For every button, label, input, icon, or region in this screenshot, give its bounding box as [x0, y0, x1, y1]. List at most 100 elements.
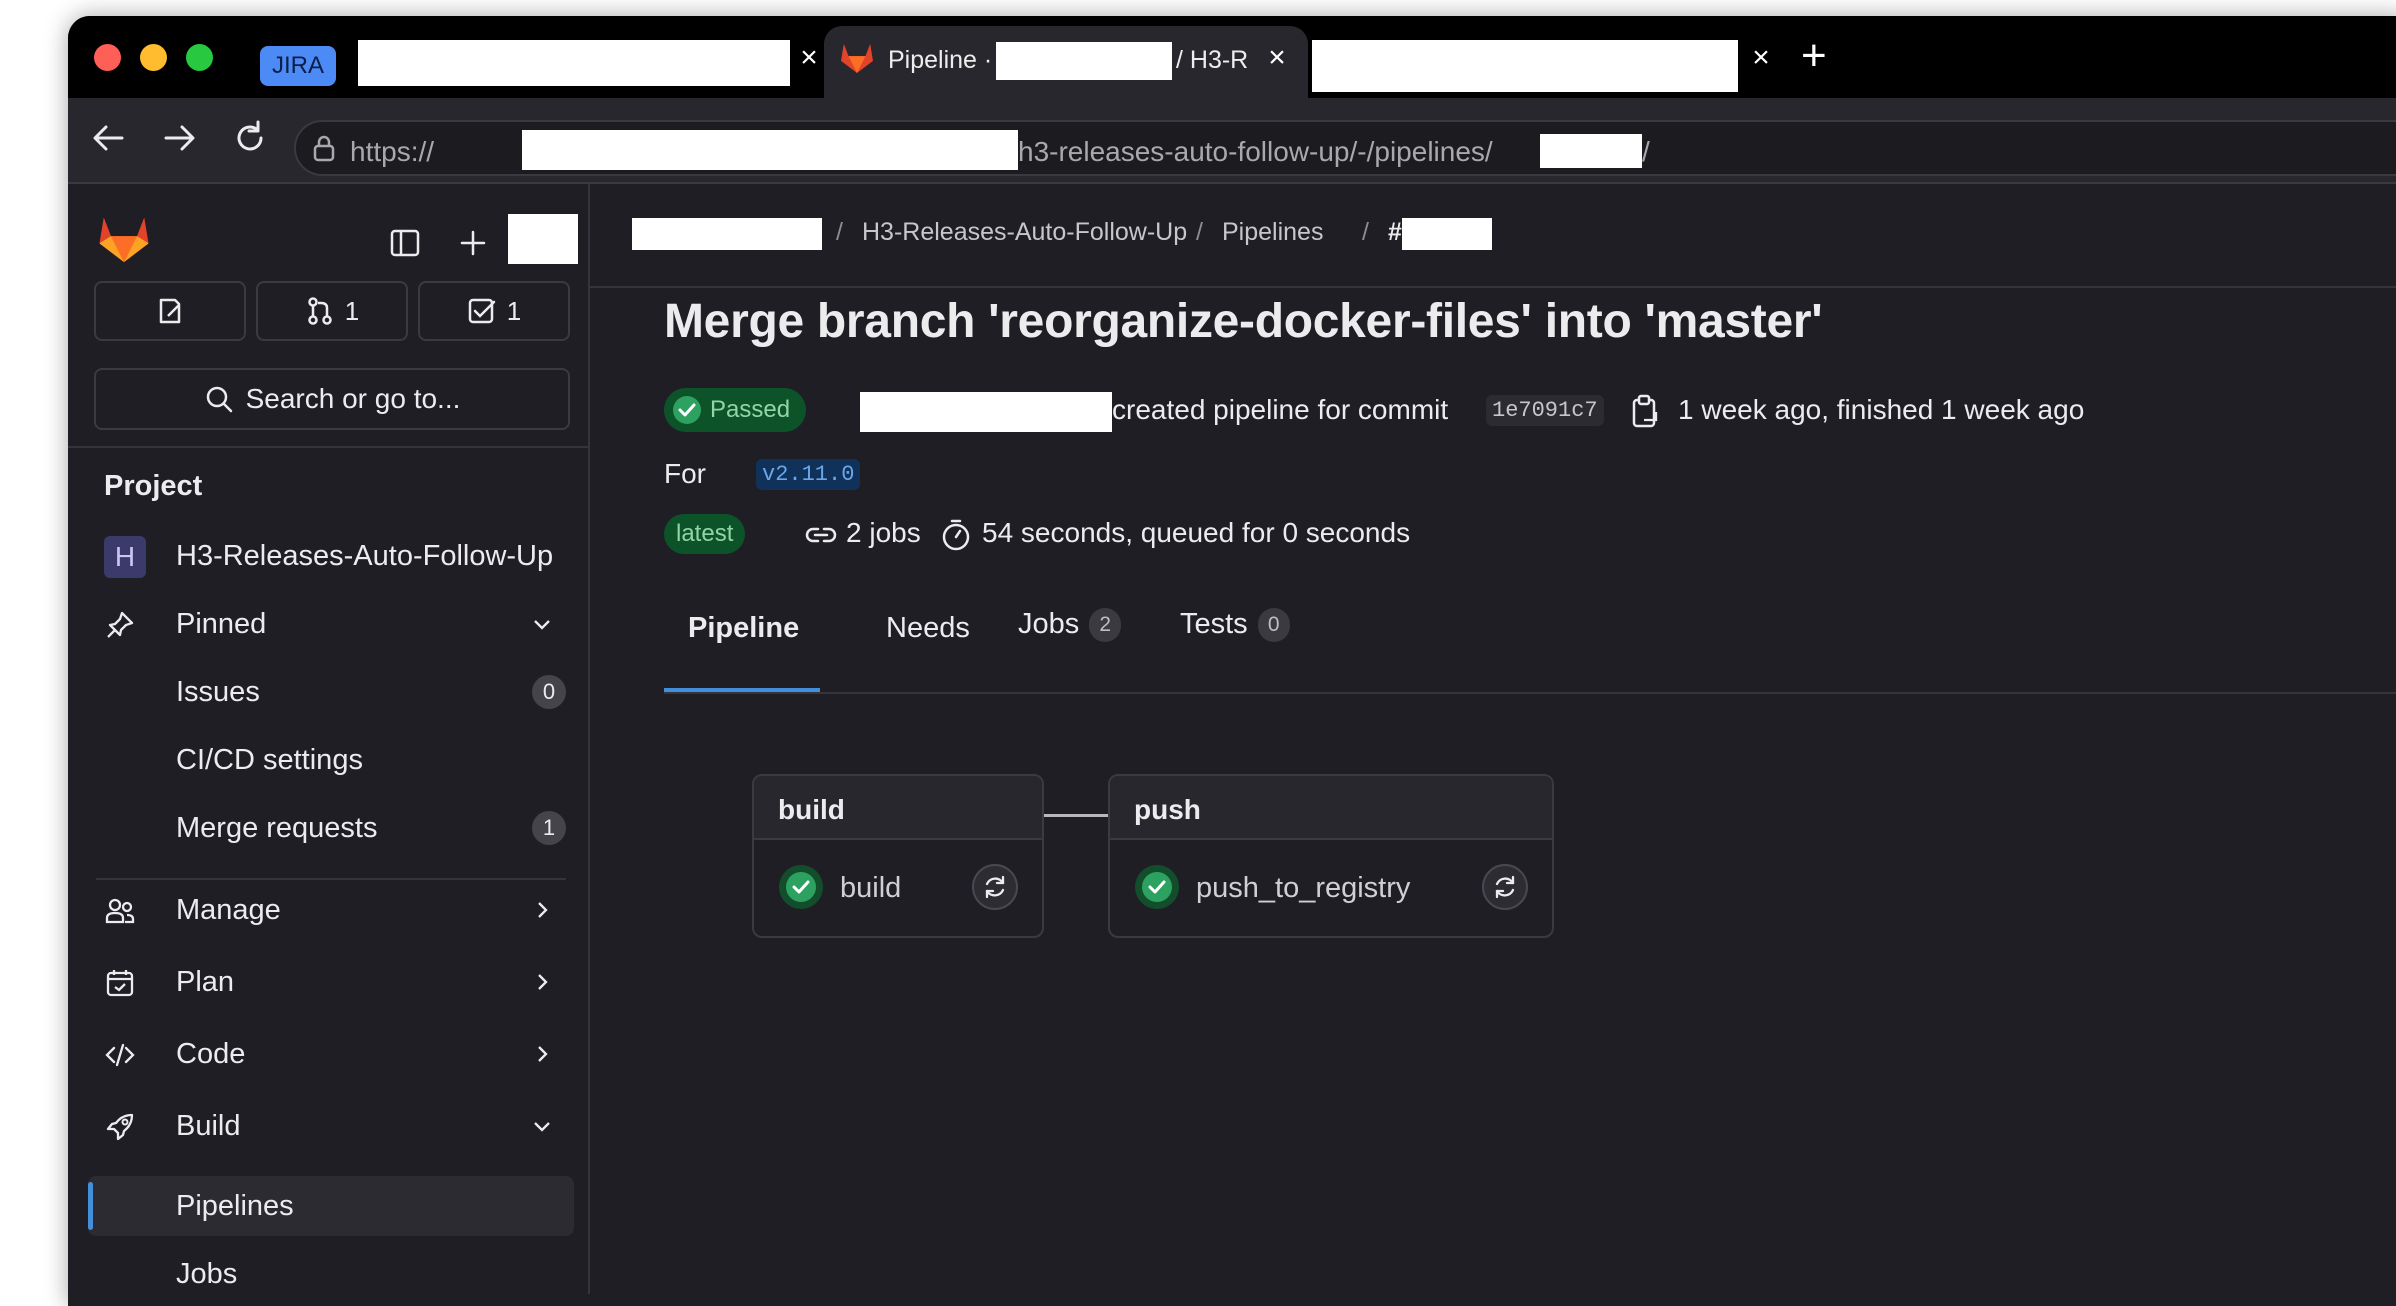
redacted-tab-title	[358, 40, 790, 86]
close-tab-icon[interactable]: ×	[1264, 43, 1290, 73]
browser-toolbar: https:// h3-releases-auto-follow-up/-/pi…	[68, 98, 2396, 184]
forward-icon[interactable]	[160, 118, 200, 158]
toggle-sidebar-icon[interactable]	[390, 228, 420, 258]
redacted-group[interactable]	[632, 218, 822, 250]
reload-icon[interactable]	[230, 118, 270, 158]
sidebar-item-label: Jobs	[176, 1257, 238, 1290]
sidebar-item-code[interactable]: Code	[88, 1024, 574, 1084]
timer-icon	[942, 519, 970, 551]
sidebar-item-label: Plan	[176, 965, 235, 998]
status-badge[interactable]: Passed	[664, 388, 807, 432]
pipeline-title: Merge branch 'reorganize-docker-files' i…	[664, 295, 1823, 348]
todo-checkbox-icon	[468, 298, 496, 324]
user-avatar[interactable]	[508, 214, 578, 264]
sidebar-item-build[interactable]: Build	[88, 1096, 574, 1156]
merge-requests-count: 1	[344, 295, 360, 326]
chevron-down-icon	[534, 1122, 550, 1132]
redacted-pipeline-id	[1540, 134, 1642, 168]
retry-button[interactable]	[972, 864, 1018, 910]
new-tab-button[interactable]: +	[1801, 34, 1827, 78]
job-name[interactable]: build	[840, 872, 901, 905]
sidebar-item-label: Pinned	[176, 607, 267, 640]
ref-tag[interactable]: v2.11.0	[756, 459, 861, 490]
minimize-window-button[interactable]	[140, 44, 167, 71]
browser-tab-third[interactable]: ×	[1312, 26, 1782, 98]
copy-clipboard-icon[interactable]	[1630, 394, 1660, 430]
pipeline-time: 1 week ago, finished 1 week ago	[1678, 394, 2085, 425]
address-bar[interactable]: https:// h3-releases-auto-follow-up/-/pi…	[294, 120, 2396, 176]
browser-window: JIRA × Pipeline · / H3-R × × + https:// …	[68, 16, 2396, 1306]
create-new-icon[interactable]	[458, 228, 488, 258]
back-icon[interactable]	[88, 118, 128, 158]
code-icon	[105, 1043, 135, 1067]
search-label: Search or go to...	[245, 383, 461, 414]
tabs-divider	[664, 692, 2396, 694]
issues-count-button[interactable]	[94, 281, 246, 341]
merge-requests-count-button[interactable]: 1	[256, 281, 408, 341]
tab-needs[interactable]: Needs	[886, 612, 970, 645]
active-tab-indicator	[664, 688, 820, 692]
sidebar-item-pinned[interactable]: Pinned	[88, 594, 574, 654]
breadcrumb-separator: /	[836, 218, 843, 246]
latest-badge: latest	[664, 514, 746, 554]
job-name[interactable]: push_to_registry	[1196, 872, 1410, 905]
sidebar-item-label: Build	[176, 1109, 241, 1142]
tab-tests-count: 0	[1257, 608, 1290, 643]
job-build[interactable]: build	[778, 864, 1018, 912]
check-circle-icon	[673, 396, 701, 424]
breadcrumb-pipelines[interactable]: Pipelines	[1222, 218, 1323, 247]
tab-pipeline[interactable]: Pipeline	[688, 612, 799, 645]
browser-tab-pipeline[interactable]: Pipeline · / H3-R ×	[824, 26, 1308, 98]
tab-jobs[interactable]: Jobs 2	[1018, 608, 1122, 643]
zoom-window-button[interactable]	[186, 44, 213, 71]
active-indicator	[88, 1182, 93, 1230]
sidebar-item-manage[interactable]: Manage	[88, 880, 574, 940]
left-sidebar: 1 1 Search or go to... Project H H3-Rele…	[68, 184, 590, 1294]
calendar-icon	[106, 970, 134, 997]
sidebar-item-issues[interactable]: Issues 0	[88, 662, 574, 722]
todos-count-button[interactable]: 1	[418, 281, 570, 341]
search-icon	[206, 386, 232, 413]
stage-name: build	[754, 776, 1042, 840]
sidebar-item-label: Code	[176, 1037, 246, 1070]
redacted-pipeline-number	[1402, 218, 1492, 250]
project-link[interactable]: H H3-Releases-Auto-Follow-Up	[88, 526, 574, 586]
chevron-right-icon	[538, 1046, 548, 1062]
divider	[68, 446, 588, 448]
sidebar-item-pipelines[interactable]: Pipelines	[88, 1176, 574, 1236]
search-button[interactable]: Search or go to...	[94, 368, 570, 430]
commit-sha[interactable]: 1e7091c7	[1486, 395, 1604, 426]
sidebar-item-merge-requests[interactable]: Merge requests 1	[88, 798, 574, 858]
retry-icon	[1495, 875, 1515, 899]
tab-jobs-count: 2	[1089, 608, 1122, 643]
redacted-url-host	[522, 130, 1018, 170]
jira-favicon: JIRA	[260, 46, 336, 86]
tab-strip: JIRA × Pipeline · / H3-R × × +	[68, 16, 2396, 98]
tab-title-tail: / H3-R	[1176, 46, 1249, 74]
link-icon	[805, 527, 837, 543]
tab-title: Pipeline ·	[888, 46, 993, 74]
gitlab-logo-icon[interactable]	[98, 214, 150, 264]
url-path: h3-releases-auto-follow-up/-/pipelines/	[1018, 136, 1493, 167]
retry-button[interactable]	[1482, 864, 1528, 910]
sidebar-item-label: Merge requests	[176, 811, 378, 844]
close-tab-icon[interactable]: ×	[796, 43, 822, 73]
sidebar-item-jobs[interactable]: Jobs	[88, 1244, 574, 1304]
close-tab-icon[interactable]: ×	[1748, 43, 1774, 73]
close-window-button[interactable]	[94, 44, 121, 71]
tab-tests[interactable]: Tests 0	[1180, 608, 1290, 643]
redacted-author[interactable]	[860, 392, 1112, 432]
rocket-icon	[106, 1113, 134, 1141]
sidebar-item-label: Issues	[176, 675, 260, 708]
stage-build: build build	[752, 774, 1044, 938]
merge-requests-count-badge: 1	[532, 811, 566, 845]
breadcrumb-hash: #	[1388, 218, 1402, 246]
browser-tab-jira[interactable]: JIRA ×	[248, 26, 818, 98]
breadcrumb-separator: /	[1196, 218, 1203, 246]
duration-text: 54 seconds, queued for 0 seconds	[982, 517, 1411, 548]
job-push-to-registry[interactable]: push_to_registry	[1134, 864, 1528, 912]
chevron-right-icon	[538, 974, 548, 990]
breadcrumb-project[interactable]: H3-Releases-Auto-Follow-Up	[862, 218, 1187, 247]
sidebar-item-plan[interactable]: Plan	[88, 952, 574, 1012]
sidebar-item-cicd-settings[interactable]: CI/CD settings	[88, 730, 574, 790]
